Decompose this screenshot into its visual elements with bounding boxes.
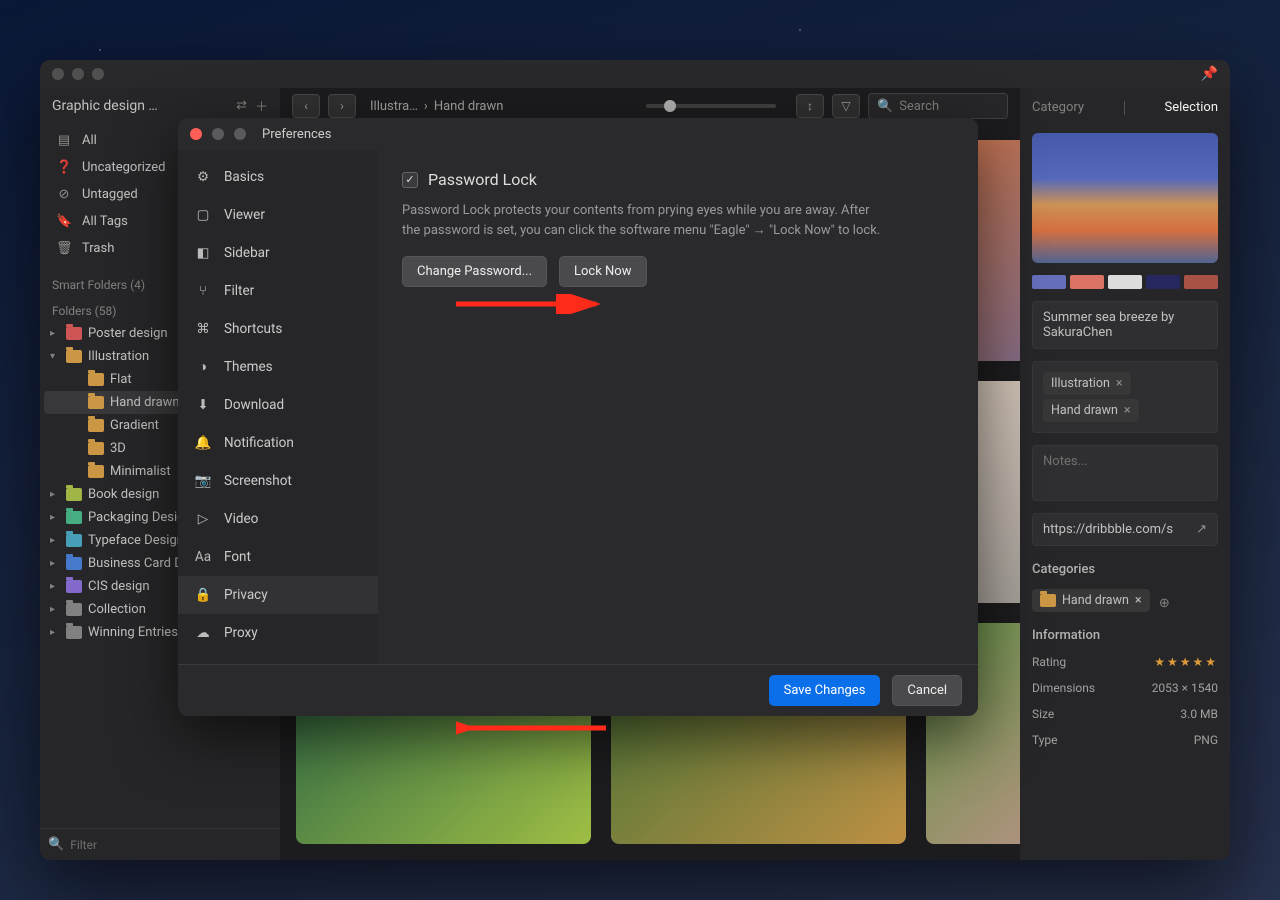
pref-tab-sidebar[interactable]: ◧Sidebar — [178, 234, 378, 272]
preferences-sidebar: ⚙Basics▢Viewer◧Sidebar⑂Filter⌘Shortcuts◑… — [178, 150, 378, 664]
cancel-button[interactable]: Cancel — [892, 675, 962, 706]
preferences-content: Password Lock Password Lock protects you… — [378, 150, 978, 664]
modal-titlebar: Preferences — [178, 118, 978, 150]
download-icon: ⬇ — [194, 396, 212, 414]
pref-tab-filter[interactable]: ⑂Filter — [178, 272, 378, 310]
viewer-icon: ▢ — [194, 206, 212, 224]
pref-tab-basics[interactable]: ⚙Basics — [178, 158, 378, 196]
pref-tab-viewer[interactable]: ▢Viewer — [178, 196, 378, 234]
pref-tab-themes[interactable]: ◑Themes — [178, 348, 378, 386]
lock-now-button[interactable]: Lock Now — [559, 256, 647, 287]
themes-icon: ◑ — [194, 358, 212, 376]
screenshot-icon: 📷 — [194, 472, 212, 490]
video-icon: ▷ — [194, 510, 212, 528]
password-lock-checkbox[interactable] — [402, 172, 418, 188]
pref-tab-proxy[interactable]: ☁Proxy — [178, 614, 378, 652]
modal-close[interactable] — [190, 128, 202, 140]
change-password-button[interactable]: Change Password... — [402, 256, 547, 287]
pref-tab-download[interactable]: ⬇Download — [178, 386, 378, 424]
proxy-icon: ☁ — [194, 624, 212, 642]
pref-tab-font[interactable]: AaFont — [178, 538, 378, 576]
password-lock-label: Password Lock — [428, 170, 537, 189]
font-icon: Aa — [194, 548, 212, 566]
basics-icon: ⚙ — [194, 168, 212, 186]
shortcuts-icon: ⌘ — [194, 320, 212, 338]
pref-tab-notification[interactable]: 🔔Notification — [178, 424, 378, 462]
password-lock-description: Password Lock protects your contents fro… — [402, 201, 882, 240]
notification-icon: 🔔 — [194, 434, 212, 452]
filter-icon: ⑂ — [194, 282, 212, 300]
sidebar-icon: ◧ — [194, 244, 212, 262]
modal-minimize[interactable] — [212, 128, 224, 140]
pref-tab-shortcuts[interactable]: ⌘Shortcuts — [178, 310, 378, 348]
preferences-modal: Preferences ⚙Basics▢Viewer◧Sidebar⑂Filte… — [178, 118, 978, 716]
modal-zoom[interactable] — [234, 128, 246, 140]
pref-tab-screenshot[interactable]: 📷Screenshot — [178, 462, 378, 500]
pref-tab-privacy[interactable]: 🔒Privacy — [178, 576, 378, 614]
pref-tab-video[interactable]: ▷Video — [178, 500, 378, 538]
privacy-icon: 🔒 — [194, 586, 212, 604]
modal-title: Preferences — [262, 127, 331, 142]
save-changes-button[interactable]: Save Changes — [769, 675, 881, 706]
